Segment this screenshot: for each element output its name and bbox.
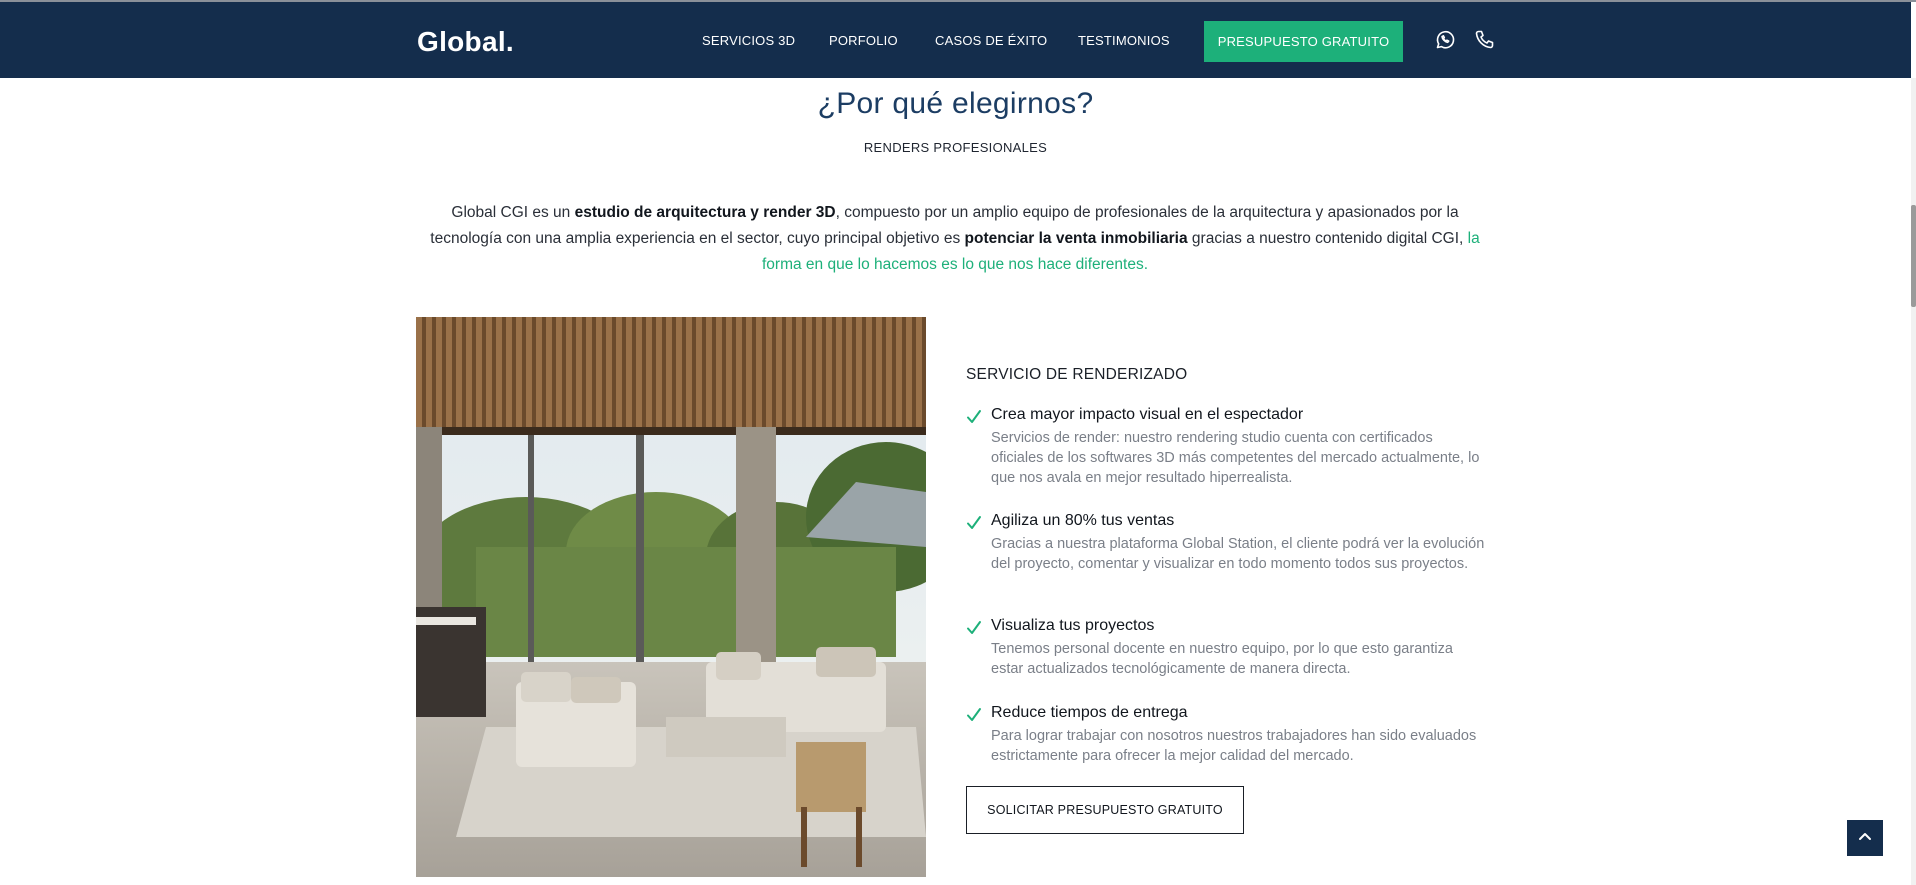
intro-bold-2: potenciar la venta inmobiliaria [964, 230, 1188, 247]
scrollbar-track[interactable] [1911, 78, 1916, 885]
check-icon [966, 620, 982, 636]
feature-title: Reduce tiempos de entrega [991, 704, 1188, 721]
check-icon [966, 707, 982, 723]
request-quote-button[interactable]: SOLICITAR PRESUPUESTO GRATUITO [966, 786, 1244, 834]
check-icon [966, 409, 982, 425]
intro-paragraph: Global CGI es un estudio de arquitectura… [420, 200, 1490, 278]
feature-description: Para lograr trabajar con nosotros nuestr… [991, 728, 1477, 764]
interior-render-image [416, 317, 926, 877]
scrollbar-thumb[interactable] [1911, 205, 1916, 307]
site-header: Global. SERVICIOS 3D PORFOLIO CASOS DE É… [0, 2, 1911, 78]
chevron-up-icon [1857, 828, 1873, 849]
section-title: ¿Por qué elegirnos? [817, 87, 1094, 120]
feature-title: Crea mayor impacto visual en el espectad… [991, 406, 1304, 423]
nav-testimonios[interactable]: TESTIMONIOS [1078, 33, 1170, 48]
nav-servicios-3d[interactable]: SERVICIOS 3D [702, 33, 795, 48]
whatsapp-icon[interactable] [1433, 28, 1457, 52]
nav-porfolio[interactable]: PORFOLIO [829, 33, 898, 48]
intro-text-3: gracias a nuestro contenido digital CGI, [1187, 230, 1468, 247]
feature-description: Servicios de render: nuestro rendering s… [991, 430, 1480, 486]
services-title: SERVICIO DE RENDERIZADO [966, 366, 1188, 383]
section-subtitle: RENDERS PROFESIONALES [863, 140, 1048, 155]
back-to-top-button[interactable] [1847, 820, 1883, 856]
nav-casos-de-exito[interactable]: CASOS DE ÉXITO [935, 33, 1047, 48]
feature-description: Gracias a nuestra plataforma Global Stat… [991, 536, 1485, 572]
intro-text-1: Global CGI es un [451, 204, 575, 221]
header-quote-button[interactable]: PRESUPUESTO GRATUITO [1204, 21, 1403, 62]
phone-icon[interactable] [1473, 28, 1497, 52]
check-icon [966, 515, 982, 531]
feature-title: Agiliza un 80% tus ventas [991, 512, 1175, 529]
site-logo[interactable]: Global. [417, 26, 514, 58]
intro-bold-1: estudio de arquitectura y render 3D [574, 204, 836, 221]
feature-description: Tenemos personal docente en nuestro equi… [991, 641, 1453, 677]
feature-title: Visualiza tus proyectos [991, 617, 1155, 634]
